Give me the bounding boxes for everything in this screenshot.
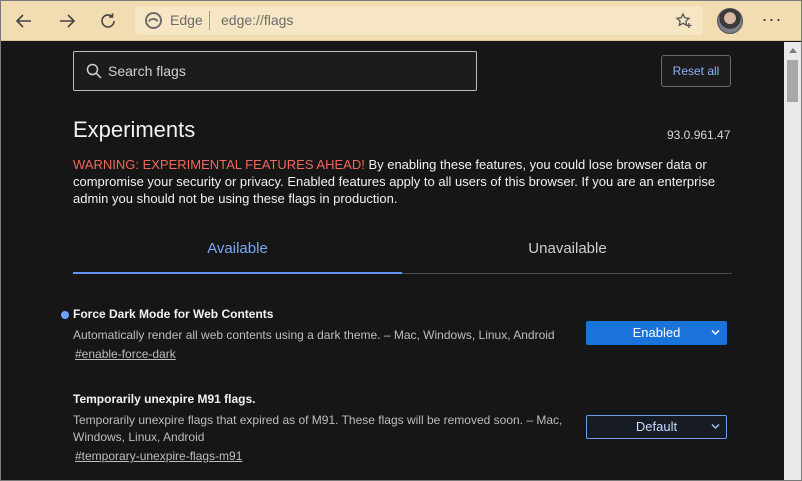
flag-state-select[interactable]: Enabled	[586, 321, 727, 345]
flag-item: Temporarily unexpire M91 flags. Temporar…	[73, 392, 733, 463]
refresh-icon	[101, 13, 115, 28]
chevron-down-icon	[711, 423, 720, 430]
browser-window: Edge edge://flags ··· Reset all Experime…	[0, 0, 802, 481]
search-input[interactable]	[108, 61, 458, 81]
profile-avatar[interactable]	[717, 8, 743, 34]
flag-description: Automatically render all web contents us…	[73, 328, 555, 342]
warning-heading: WARNING: EXPERIMENTAL FEATURES AHEAD!	[73, 157, 365, 172]
reset-all-button[interactable]: Reset all	[661, 55, 731, 87]
tab-available[interactable]: Available	[73, 224, 402, 274]
favorite-icon	[675, 12, 692, 28]
scroll-up-button[interactable]	[784, 42, 801, 58]
back-icon	[15, 14, 31, 28]
chevron-down-icon	[711, 329, 720, 336]
browser-toolbar: Edge edge://flags ···	[1, 1, 801, 41]
modified-indicator	[61, 311, 69, 319]
scrollbar[interactable]	[784, 42, 801, 480]
forward-button[interactable]	[53, 7, 81, 35]
flag-link[interactable]: #temporary-unexpire-flags-m91	[75, 449, 733, 463]
tab-bar: Available Unavailable	[73, 224, 732, 274]
address-site-label: Edge	[170, 12, 203, 28]
flag-item: Force Dark Mode for Web Contents Automat…	[61, 307, 733, 361]
address-bar[interactable]: Edge edge://flags	[135, 6, 703, 35]
flag-title: Temporarily unexpire M91 flags.	[73, 392, 256, 406]
refresh-button[interactable]	[94, 7, 122, 35]
more-icon[interactable]: ···	[757, 9, 787, 33]
flags-page: Reset all Experiments 93.0.961.47 WARNIN…	[1, 42, 801, 480]
scroll-thumb[interactable]	[787, 60, 798, 102]
chevron-up-icon	[788, 47, 797, 53]
search-flags-box[interactable]	[73, 51, 477, 91]
flag-state-select[interactable]: Default	[586, 415, 727, 439]
flag-description: Temporarily unexpire flags that expired …	[73, 413, 563, 444]
warning-text: WARNING: EXPERIMENTAL FEATURES AHEAD! By…	[73, 156, 741, 207]
tab-unavailable[interactable]: Unavailable	[403, 224, 732, 274]
edge-logo-icon	[145, 12, 162, 29]
search-icon	[86, 63, 102, 79]
page-title: Experiments	[73, 117, 196, 142]
flag-title: Force Dark Mode for Web Contents	[73, 307, 274, 321]
favorite-button[interactable]	[673, 10, 695, 32]
back-button[interactable]	[10, 7, 38, 35]
flag-state-value: Enabled	[632, 325, 681, 340]
flag-state-value: Default	[635, 419, 678, 434]
forward-icon	[60, 14, 76, 28]
address-divider	[209, 11, 210, 30]
flag-link[interactable]: #enable-force-dark	[75, 347, 733, 361]
version-label: 93.0.961.47	[667, 128, 731, 142]
address-url[interactable]: edge://flags	[221, 12, 293, 28]
